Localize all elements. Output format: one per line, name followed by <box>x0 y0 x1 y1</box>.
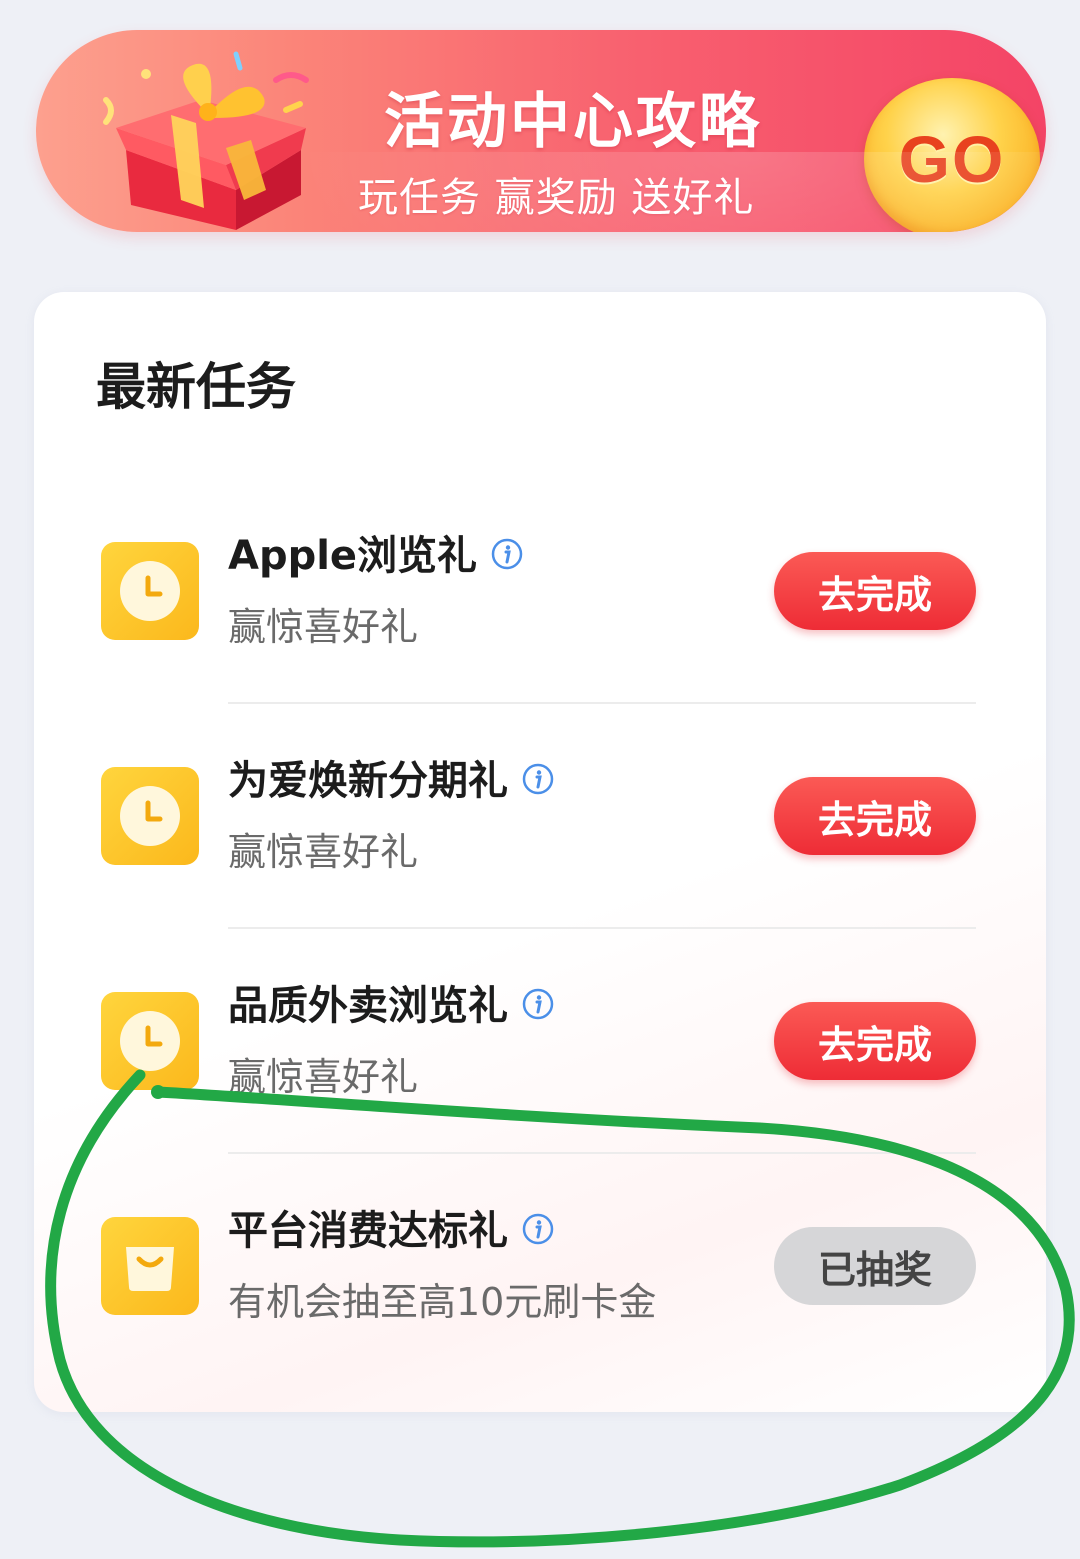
task-name-wrap: Apple浏览礼 <box>228 536 523 576</box>
task-name: 平台消费达标礼 <box>228 1208 508 1254</box>
activity-page: 活动中心攻略 玩任务 赢奖励 送好礼 GO 最新任务 Apple浏览礼 赢惊喜好… <box>0 0 1080 1559</box>
task-name: 为爱焕新分期礼 <box>228 758 508 804</box>
clock-icon <box>101 992 199 1090</box>
activity-center-banner[interactable]: 活动中心攻略 玩任务 赢奖励 送好礼 GO <box>36 30 1046 232</box>
task-name: 品质外卖浏览礼 <box>228 983 508 1029</box>
task-name-wrap: 平台消费达标礼 <box>228 1211 554 1251</box>
task-row: 为爱焕新分期礼 赢惊喜好礼 去完成 <box>34 747 1046 972</box>
complete-task-button[interactable]: 去完成 <box>774 1002 976 1080</box>
shopping-bag-icon <box>101 1217 199 1315</box>
task-name-wrap: 为爱焕新分期礼 <box>228 761 554 801</box>
task-description: 有机会抽至高10元刷卡金 <box>228 1280 657 1324</box>
clock-icon <box>101 542 199 640</box>
task-row: 平台消费达标礼 有机会抽至高10元刷卡金 已抽奖 <box>34 1197 1046 1422</box>
info-icon[interactable] <box>522 1213 554 1245</box>
gift-box-icon <box>103 51 309 230</box>
task-row: 品质外卖浏览礼 赢惊喜好礼 去完成 <box>34 972 1046 1197</box>
clock-icon <box>101 767 199 865</box>
task-description: 赢惊喜好礼 <box>228 830 419 874</box>
task-name: Apple浏览礼 <box>228 533 478 579</box>
info-icon[interactable] <box>491 538 523 570</box>
banner-subtitle: 玩任务 赢奖励 送好礼 <box>358 175 755 221</box>
divider <box>228 927 976 929</box>
go-button-label: GO <box>898 122 1006 196</box>
divider <box>228 702 976 704</box>
banner-title: 活动中心攻略 <box>384 87 762 157</box>
lottery-done-button[interactable]: 已抽奖 <box>774 1227 976 1305</box>
latest-tasks-card: 最新任务 Apple浏览礼 赢惊喜好礼 去完成 为爱焕新分期礼 赢惊喜好礼 去完… <box>34 292 1046 1412</box>
task-name-wrap: 品质外卖浏览礼 <box>228 986 554 1026</box>
complete-task-button[interactable]: 去完成 <box>774 552 976 630</box>
info-icon[interactable] <box>522 988 554 1020</box>
info-icon[interactable] <box>522 763 554 795</box>
task-description: 赢惊喜好礼 <box>228 605 419 649</box>
complete-task-button[interactable]: 去完成 <box>774 777 976 855</box>
section-title: 最新任务 <box>96 358 296 416</box>
go-button[interactable]: GO <box>864 78 1040 232</box>
task-description: 赢惊喜好礼 <box>228 1055 419 1099</box>
divider <box>228 1152 976 1154</box>
task-row: Apple浏览礼 赢惊喜好礼 去完成 <box>34 522 1046 747</box>
